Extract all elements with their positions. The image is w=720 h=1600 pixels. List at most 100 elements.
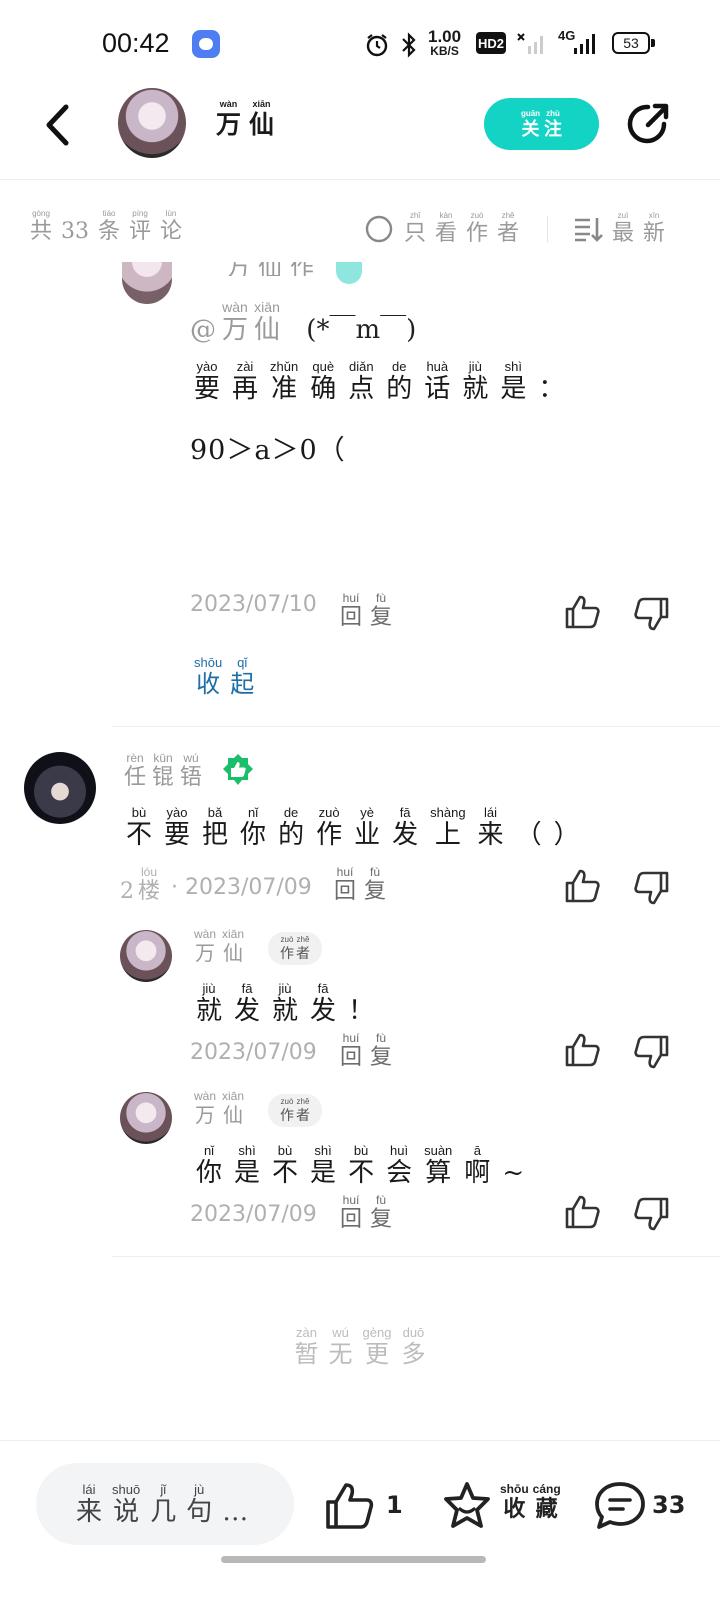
pinyin: shōu — [194, 655, 223, 670]
ruby-char: bù 不 — [348, 1144, 374, 1186]
pinyin: shì — [314, 1143, 332, 1158]
hanzi: 不 — [348, 1158, 375, 1188]
reply-emoticon: (*￣m￣) — [306, 315, 417, 345]
thumbs-up-icon[interactable] — [564, 1194, 602, 1230]
thumbs-down-icon[interactable] — [632, 596, 670, 632]
sub-reply-username[interactable]: wàn 万 xiān 仙 — [194, 928, 244, 963]
pinyin: nǐ — [203, 1143, 215, 1158]
pinyin: tiáo — [102, 209, 116, 218]
mention-user[interactable]: @ wàn 万 xiān 仙 — [190, 300, 280, 343]
ruby-char: ： — [538, 360, 564, 402]
ruby-char: zhě 者 — [296, 1098, 310, 1124]
back-arrow-icon[interactable] — [40, 104, 76, 146]
thumbs-up-icon[interactable] — [564, 594, 602, 630]
reply-button[interactable]: huí 回 fù 复 — [340, 592, 392, 629]
ruby-char: huà 话 — [424, 360, 450, 402]
author-avatar[interactable] — [118, 88, 186, 158]
hanzi: 注 — [544, 118, 563, 140]
hanzi: 万 — [195, 941, 215, 965]
star-icon[interactable] — [440, 1479, 494, 1533]
share-icon[interactable] — [624, 100, 672, 148]
hanzi: ： — [538, 374, 565, 404]
thumbs-down-icon[interactable] — [632, 1196, 670, 1232]
radio-circle-icon[interactable] — [364, 214, 394, 244]
pinyin: yào — [196, 359, 218, 374]
reply-avatar-partial[interactable] — [122, 262, 172, 304]
author-name[interactable]: wàn 万 xiān 仙 — [216, 100, 274, 138]
thumbs-up-icon[interactable] — [564, 868, 602, 904]
comment-input[interactable]: lái 来 shuō 说 jǐ 几 jù 句 … — [36, 1463, 294, 1545]
hanzi: 你 — [196, 1158, 223, 1188]
status-bar: 00:42 1.00 KB/S HD2 4G 53 — [0, 0, 720, 88]
pinyin: huí — [342, 1193, 360, 1207]
pinyin: què — [312, 359, 335, 374]
hanzi: 就 — [196, 996, 223, 1026]
pinyin: lái — [484, 805, 498, 820]
pinyin — [527, 806, 531, 819]
thumbs-down-icon[interactable] — [632, 1034, 670, 1070]
net-speed: 1.00 KB/S — [428, 27, 462, 58]
pinyin: jiù — [278, 981, 292, 996]
pinyin: duō — [402, 1325, 425, 1340]
hanzi: 上 — [434, 820, 461, 850]
favorite-button[interactable]: shōu 收 cáng 藏 — [500, 1483, 561, 1520]
pinyin: wú — [332, 1325, 349, 1340]
pinyin: lái — [82, 1482, 96, 1497]
pinyin: kàn — [439, 211, 453, 220]
thumbs-up-icon[interactable] — [324, 1481, 376, 1531]
ruby-char: fā 发 — [234, 982, 260, 1024]
hanzi: 更 — [364, 1340, 389, 1368]
home-indicator[interactable] — [221, 1556, 486, 1563]
pinyin — [74, 210, 76, 218]
pinyin: bù — [277, 1143, 293, 1158]
reply-button[interactable]: huí 回 fù 复 — [334, 866, 386, 903]
only-author-toggle[interactable]: zhǐ 只 kàn 看 zuò 作 zhě 者 — [404, 212, 519, 245]
hanzi: 收 — [503, 1496, 526, 1522]
hanzi: 共 — [30, 219, 53, 244]
pinyin: jiù — [202, 981, 216, 996]
sub-reply-avatar[interactable] — [120, 1092, 172, 1144]
ruby-char: bù 不 — [272, 1144, 298, 1186]
pinyin: fù — [376, 1193, 387, 1207]
ruby-char: huì 会 — [386, 1144, 412, 1186]
pinyin: wàn — [194, 1089, 217, 1103]
reply-button[interactable]: huí 回 fù 复 — [340, 1032, 392, 1069]
pinyin — [233, 1483, 237, 1496]
ruby-char: … — [222, 1483, 248, 1525]
sub-reply-username[interactable]: wàn 万 xiān 仙 — [194, 1090, 244, 1125]
sub-reply-avatar[interactable] — [120, 930, 172, 982]
thumbs-down-icon[interactable] — [632, 870, 670, 906]
follow-button[interactable]: guān 关 zhù 注 — [484, 98, 599, 150]
hanzi: 暂 — [294, 1340, 319, 1368]
hanzi: 发 — [392, 820, 419, 850]
reply-username-partial: 万仙作者 — [226, 262, 322, 276]
hanzi: 发 — [310, 996, 337, 1026]
hanzi: 几 — [150, 1497, 177, 1527]
commenter-name[interactable]: rèn 任 kūn 锟 wú 铻 — [124, 752, 202, 789]
reply-button[interactable]: huí 回 fù 复 — [340, 1194, 392, 1231]
commenter-avatar[interactable] — [24, 752, 96, 824]
ruby-char: duō 多 — [401, 1326, 425, 1366]
ruby-char: jǐ 几 — [150, 1483, 176, 1525]
ruby-char: 2 — [120, 866, 134, 903]
hanzi: 业 — [354, 820, 381, 850]
filter-divider — [547, 216, 548, 242]
sort-latest[interactable]: zuì 最 xīn 新 — [612, 212, 665, 245]
hanzi: 说 — [113, 1497, 140, 1527]
pinyin: xiān — [254, 299, 280, 315]
reply-text-line2: 90＞a＞0（ — [190, 435, 346, 466]
ruby-char: ~ — [502, 1144, 524, 1186]
pinyin: fā — [241, 981, 253, 996]
collapse-replies-link[interactable]: shōu 收 qǐ 起 — [194, 656, 254, 696]
ruby-char: zhě 者 — [497, 212, 519, 245]
pinyin: de — [392, 359, 407, 374]
signal-icon-sim1 — [517, 33, 543, 54]
comment-count: 33 — [652, 1491, 686, 1519]
chat-bubble-icon[interactable] — [592, 1479, 648, 1533]
ruby-char: qǐ 起 — [230, 656, 254, 696]
like-count: 1 — [386, 1491, 403, 1519]
hanzi: 者 — [296, 1108, 310, 1124]
thumbs-up-icon[interactable] — [564, 1032, 602, 1068]
pinyin — [201, 300, 205, 314]
sort-icon[interactable] — [572, 214, 604, 244]
